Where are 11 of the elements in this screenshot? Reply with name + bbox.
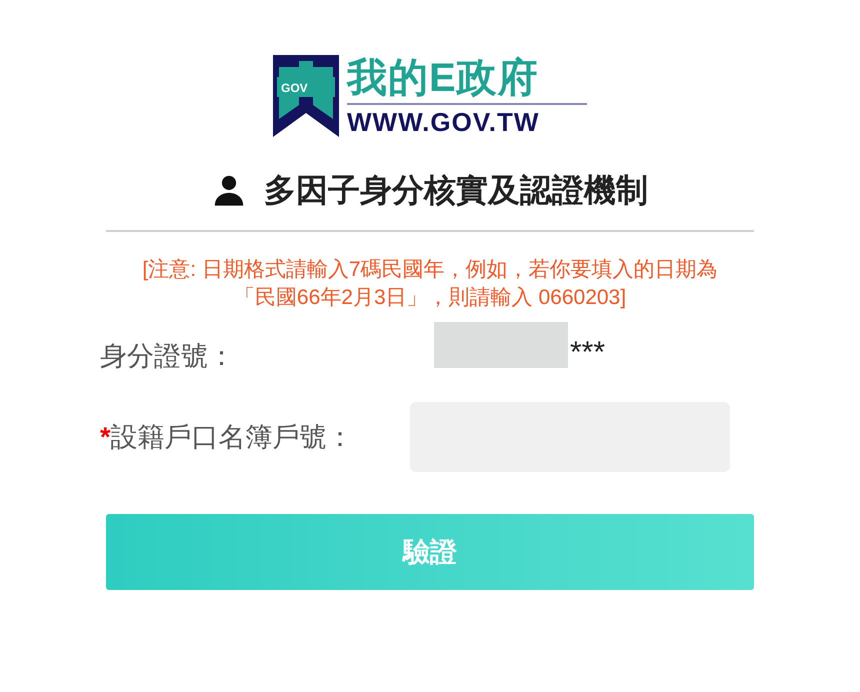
logo-url: WWW.GOV.TW — [347, 108, 540, 136]
user-icon — [212, 173, 246, 207]
notice-text: [注意: 日期格式請輸入7碼民國年，例如，若你要填入的日期為「民國66年2月3日」，則請輸入 0660203] — [141, 257, 719, 311]
page-heading: 多因子身分核實及認證機制 — [264, 171, 648, 210]
field-label: 身分證號： — [100, 340, 236, 373]
verify-button[interactable]: 驗證 — [106, 514, 754, 590]
logo-badge-text: GOV — [281, 82, 308, 94]
id-number-value: *** — [570, 338, 606, 368]
logo-title: 我的E政府 — [347, 56, 540, 100]
flag-icon — [273, 55, 339, 137]
field-label: *設籍戶口名簿戶號： — [100, 420, 355, 454]
